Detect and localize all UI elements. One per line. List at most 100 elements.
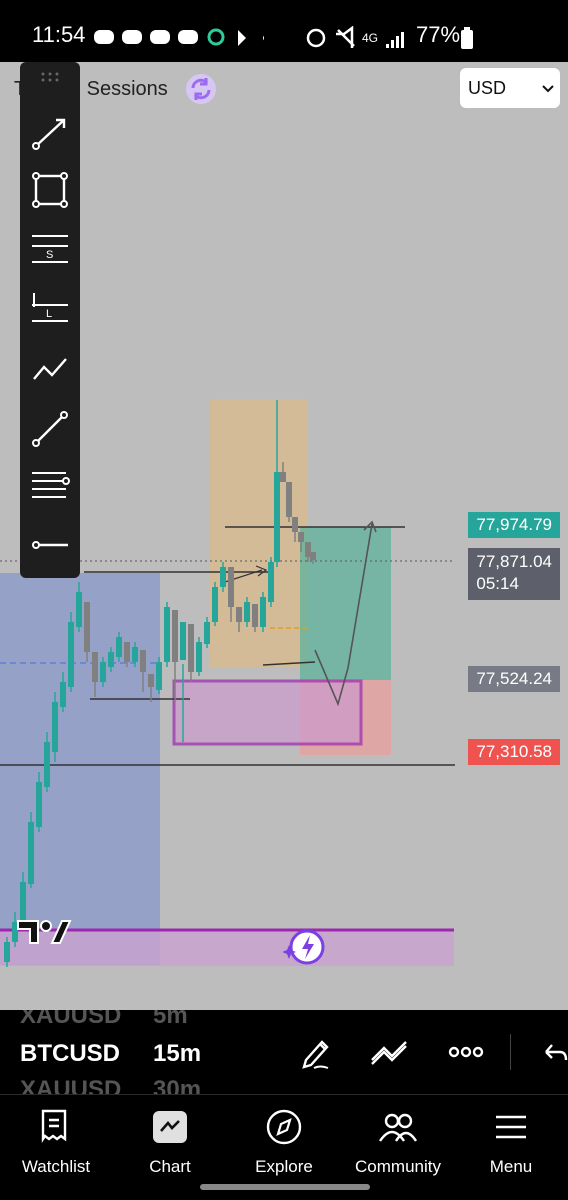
next-interval[interactable]: 30m: [153, 1076, 201, 1094]
home-indicator[interactable]: [200, 1184, 370, 1190]
rectangle-icon: [32, 172, 68, 208]
svg-text:S: S: [46, 249, 53, 261]
tool-rectangle[interactable]: [20, 165, 80, 215]
refresh-icon[interactable]: [184, 73, 218, 105]
tool-short-position[interactable]: S: [20, 225, 80, 275]
tool-horizontal-ray[interactable]: [20, 520, 80, 570]
candle-body: [28, 822, 34, 884]
candle-body: [156, 662, 162, 690]
tool-path[interactable]: [20, 344, 80, 394]
status-time: 11:54: [32, 22, 86, 47]
more-icon[interactable]: [448, 1046, 484, 1058]
tradingview-logo: [17, 920, 72, 944]
candle-body: [310, 552, 316, 560]
status-bar: 11:54 4G 77%: [0, 0, 568, 62]
long-position-icon: L: [32, 293, 68, 322]
pencil-icon[interactable]: [300, 1036, 332, 1070]
path-icon: [33, 358, 67, 380]
undo-icon[interactable]: [540, 1040, 568, 1064]
candle-body: [298, 532, 304, 542]
symbol-name[interactable]: BTCUSD: [20, 1040, 120, 1068]
candle-body: [4, 942, 10, 962]
candle-body: [180, 622, 186, 660]
symbol-interval-picker[interactable]: XAUUSD 5m BTCUSD 15m XAUUSD 30m: [0, 1010, 568, 1094]
nav-menu[interactable]: Menu: [456, 1105, 566, 1185]
battery-percent: 77%: [416, 22, 461, 47]
chevron-down-icon: [542, 85, 554, 93]
candle-body: [188, 624, 194, 672]
candle-body: [204, 622, 210, 644]
long-target-zone: [300, 527, 391, 680]
candle-body: [280, 472, 286, 482]
candle-body: [236, 607, 242, 622]
candle-body: [292, 517, 298, 532]
stop-price-label: 77,310.58: [468, 739, 560, 765]
candle-body: [92, 652, 98, 682]
candle-body: [260, 597, 266, 627]
drawings-icon[interactable]: [370, 1040, 410, 1066]
chart-canvas[interactable]: 77,974.79 77,871.04 05:14 77,524.24 77,3…: [0, 62, 568, 1010]
candle-body: [76, 592, 82, 627]
watchlist-icon: [41, 1109, 67, 1143]
drawing-toolbar: SL: [20, 62, 80, 578]
candle-body: [60, 682, 66, 707]
horizontal-ray-icon: [32, 541, 68, 549]
svg-text:4G: 4G: [362, 31, 378, 45]
bar-countdown: 05:14: [476, 574, 519, 593]
svg-text:L: L: [46, 308, 52, 320]
divider: [510, 1034, 511, 1070]
candle-body: [148, 674, 154, 687]
candle-body: [252, 604, 258, 627]
tool-line[interactable]: [20, 404, 80, 454]
candle-body: [36, 782, 42, 827]
target-price-label: 77,974.79: [468, 512, 560, 538]
menu-icon: [496, 1115, 526, 1139]
drag-handle-icon[interactable]: [40, 72, 60, 82]
candle-body: [52, 702, 58, 752]
nav-community-label: Community: [355, 1157, 441, 1176]
nav-explore-label: Explore: [255, 1157, 313, 1176]
candle-body: [220, 567, 226, 587]
compass-icon: [266, 1109, 302, 1145]
candle-body: [286, 482, 292, 517]
fib-lines-icon: [32, 472, 70, 498]
nav-menu-label: Menu: [489, 1157, 533, 1176]
interval-value[interactable]: 15m: [153, 1040, 201, 1068]
ai-assistant-icon[interactable]: [283, 929, 327, 965]
session-zone-orange: [210, 399, 308, 667]
nav-explore[interactable]: Explore: [229, 1105, 339, 1185]
nav-community[interactable]: Community: [343, 1105, 453, 1185]
current-price-value: 77,871.04: [476, 552, 552, 571]
candle-body: [116, 637, 122, 657]
currency-select[interactable]: USD: [460, 68, 560, 108]
mid-price-label: 77,524.24: [468, 666, 560, 692]
tool-long-position[interactable]: L: [20, 284, 80, 334]
battery-icon: [461, 27, 473, 49]
candle-body: [140, 650, 146, 672]
candle-body: [100, 662, 106, 682]
candle-body: [84, 602, 90, 652]
prev-interval[interactable]: 5m: [153, 1010, 188, 1030]
candle-body: [274, 472, 280, 562]
candle-body: [196, 642, 202, 672]
nav-chart[interactable]: Chart: [115, 1105, 225, 1185]
candle-body: [124, 642, 130, 662]
current-price-label: 77,871.04 05:14: [468, 548, 560, 600]
trend-line-arrow-icon: [32, 118, 66, 150]
candle-body: [44, 742, 50, 787]
tool-fib-lines[interactable]: [20, 462, 80, 512]
nav-chart-label: Chart: [149, 1157, 191, 1176]
nav-watchlist[interactable]: Watchlist: [1, 1105, 111, 1185]
community-icon: [379, 1113, 418, 1142]
notification-icons: [94, 28, 264, 46]
system-icons: 4G: [306, 26, 404, 48]
prev-symbol[interactable]: XAUUSD: [20, 1010, 121, 1030]
candle-body: [268, 562, 274, 602]
candle-body: [132, 647, 138, 662]
chart-icon: [153, 1111, 187, 1143]
tool-trend-line-arrow[interactable]: [20, 107, 80, 157]
candle-body: [164, 607, 170, 662]
nav-watchlist-label: Watchlist: [21, 1157, 91, 1176]
next-symbol[interactable]: XAUUSD: [20, 1076, 121, 1094]
candle-body: [108, 652, 114, 667]
